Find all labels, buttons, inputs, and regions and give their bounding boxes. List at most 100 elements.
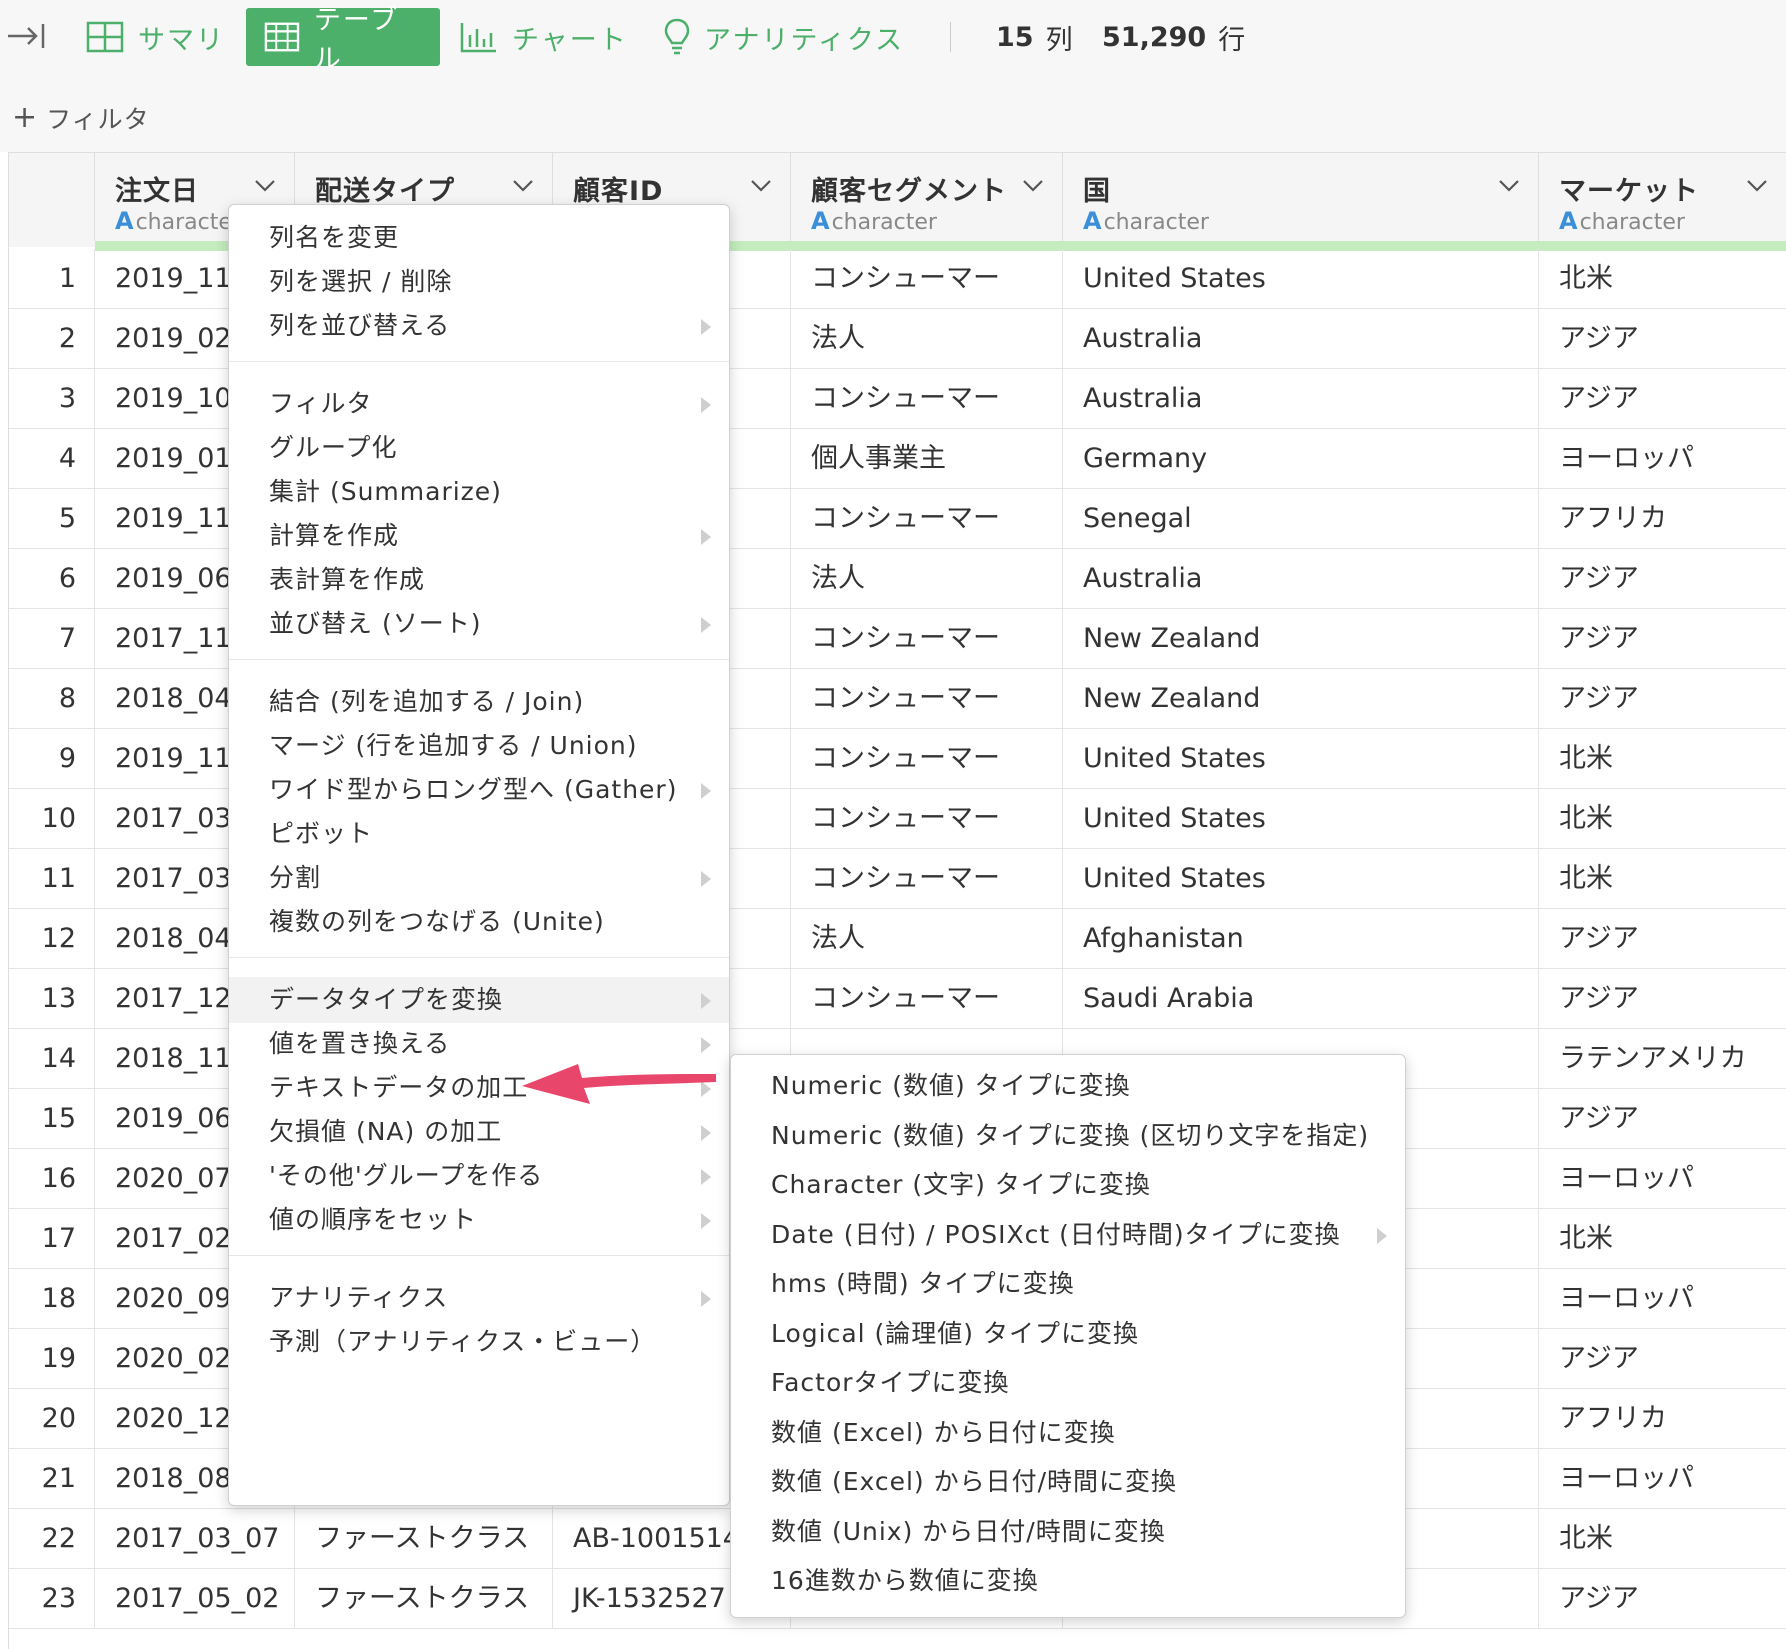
table-cell[interactable]: 法人 (791, 549, 1063, 608)
table-cell[interactable]: コンシューマー (791, 609, 1063, 668)
table-cell[interactable]: 2017_03_07 (95, 1509, 295, 1568)
menu-item[interactable]: アナリティクス (229, 1275, 729, 1321)
menu-item[interactable]: データタイプを変換 (229, 977, 729, 1023)
column-header[interactable]: マーケット Acharacter (1539, 153, 1786, 241)
chevron-down-icon[interactable] (1746, 179, 1768, 193)
table-cell[interactable]: 北米 (1539, 1209, 1786, 1268)
menu-item[interactable]: 表計算を作成 (229, 557, 729, 603)
table-cell[interactable]: Saudi Arabia (1063, 969, 1539, 1028)
submenu-item[interactable]: Numeric (数値) タイプに変換 (区切り文字を指定) (731, 1113, 1405, 1159)
table-cell[interactable]: 法人 (791, 309, 1063, 368)
table-cell[interactable]: 北米 (1539, 1509, 1786, 1568)
table-cell[interactable]: 個人事業主 (791, 429, 1063, 488)
table-cell[interactable]: New Zealand (1063, 669, 1539, 728)
tab-analytics[interactable]: アナリティクス (664, 10, 904, 64)
table-cell[interactable]: アジア (1539, 1569, 1786, 1628)
submenu-item[interactable]: Date (日付) / POSIXct (日付時間)タイプに変換 (731, 1212, 1405, 1258)
table-cell[interactable]: United States (1063, 249, 1539, 308)
add-filter-button[interactable]: + フィルタ (12, 100, 150, 136)
submenu-item[interactable]: 16進数から数値に変換 (731, 1558, 1405, 1604)
table-cell[interactable]: アジア (1539, 909, 1786, 968)
table-cell[interactable]: アジア (1539, 369, 1786, 428)
table-cell[interactable]: アジア (1539, 1329, 1786, 1388)
chevron-down-icon[interactable] (512, 179, 534, 193)
menu-item[interactable]: 列を並び替える (229, 303, 729, 349)
table-cell[interactable]: アジア (1539, 609, 1786, 668)
submenu-item[interactable]: 数値 (Excel) から日付/時間に変換 (731, 1459, 1405, 1505)
tab-table[interactable]: テーブル (246, 5, 440, 75)
column-header[interactable]: 国 Acharacter (1063, 153, 1539, 241)
submenu-item[interactable]: hms (時間) タイプに変換 (731, 1261, 1405, 1307)
menu-item[interactable]: ピボット (229, 811, 729, 857)
menu-item[interactable]: 列名を変更 (229, 215, 729, 261)
table-cell[interactable]: アフリカ (1539, 1389, 1786, 1448)
menu-item[interactable]: グループ化 (229, 425, 729, 471)
table-cell[interactable]: コンシューマー (791, 669, 1063, 728)
submenu-item[interactable]: Factorタイプに変換 (731, 1360, 1405, 1406)
chevron-down-icon[interactable] (750, 179, 772, 193)
submenu-item[interactable]: 数値 (Unix) から日付/時間に変換 (731, 1509, 1405, 1555)
table-cell[interactable]: ファーストクラス (295, 1569, 553, 1628)
menu-item[interactable]: マージ (行を追加する / Union) (229, 723, 729, 769)
table-cell[interactable]: 2017_05_02 (95, 1569, 295, 1628)
collapse-panel-icon[interactable] (6, 20, 46, 52)
chevron-down-icon[interactable] (1022, 179, 1044, 193)
table-cell[interactable]: 北米 (1539, 849, 1786, 908)
menu-item[interactable]: 計算を作成 (229, 513, 729, 559)
table-cell[interactable]: Senegal (1063, 489, 1539, 548)
submenu-item[interactable]: 数値 (Excel) から日付に変換 (731, 1410, 1405, 1456)
submenu-item[interactable]: Character (文字) タイプに変換 (731, 1162, 1405, 1208)
table-cell[interactable]: コンシューマー (791, 969, 1063, 1028)
table-cell[interactable]: ファーストクラス (295, 1509, 553, 1568)
menu-item[interactable]: 結合 (列を追加する / Join) (229, 679, 729, 725)
table-cell[interactable]: コンシューマー (791, 729, 1063, 788)
menu-item[interactable]: 列を選択 / 削除 (229, 259, 729, 305)
table-cell[interactable]: Afghanistan (1063, 909, 1539, 968)
menu-item[interactable]: テキストデータの加工 (229, 1065, 729, 1111)
table-cell[interactable]: 北米 (1539, 729, 1786, 788)
submenu-item[interactable]: Logical (論理値) タイプに変換 (731, 1311, 1405, 1357)
table-cell[interactable]: アジア (1539, 309, 1786, 368)
table-cell[interactable]: コンシューマー (791, 789, 1063, 848)
table-cell[interactable]: アジア (1539, 969, 1786, 1028)
menu-item[interactable]: 集計 (Summarize) (229, 469, 729, 515)
table-cell[interactable]: New Zealand (1063, 609, 1539, 668)
submenu-item[interactable]: Numeric (数値) タイプに変換 (731, 1063, 1405, 1109)
table-cell[interactable]: ラテンアメリカ (1539, 1029, 1786, 1088)
menu-item[interactable]: 欠損値 (NA) の加工 (229, 1109, 729, 1155)
table-cell[interactable]: Australia (1063, 309, 1539, 368)
table-cell[interactable]: ヨーロッパ (1539, 429, 1786, 488)
table-cell[interactable]: Germany (1063, 429, 1539, 488)
chevron-down-icon[interactable] (254, 179, 276, 193)
tab-chart[interactable]: チャート (460, 10, 628, 64)
table-cell[interactable]: United States (1063, 789, 1539, 848)
table-cell[interactable]: コンシューマー (791, 849, 1063, 908)
table-cell[interactable]: アジア (1539, 1089, 1786, 1148)
table-cell[interactable]: アフリカ (1539, 489, 1786, 548)
tab-summary[interactable]: サマリ (86, 10, 225, 64)
table-cell[interactable]: アジア (1539, 669, 1786, 728)
table-cell[interactable]: コンシューマー (791, 369, 1063, 428)
column-header[interactable]: 顧客セグメント Acharacter (791, 153, 1063, 241)
menu-item[interactable]: 値の順序をセット (229, 1197, 729, 1243)
chevron-down-icon[interactable] (1498, 179, 1520, 193)
menu-item[interactable]: 並び替え (ソート) (229, 601, 729, 647)
table-cell[interactable]: ヨーロッパ (1539, 1449, 1786, 1508)
table-cell[interactable]: 法人 (791, 909, 1063, 968)
table-cell[interactable]: Australia (1063, 549, 1539, 608)
menu-item[interactable]: フィルタ (229, 381, 729, 427)
menu-item[interactable]: 分割 (229, 855, 729, 901)
table-cell[interactable]: Australia (1063, 369, 1539, 428)
table-cell[interactable]: コンシューマー (791, 249, 1063, 308)
menu-item[interactable]: 'その他'グループを作る (229, 1153, 729, 1199)
table-cell[interactable]: United States (1063, 729, 1539, 788)
table-cell[interactable]: United States (1063, 849, 1539, 908)
table-cell[interactable]: 北米 (1539, 789, 1786, 848)
table-cell[interactable]: アジア (1539, 549, 1786, 608)
menu-item[interactable]: ワイド型からロング型へ (Gather) (229, 767, 729, 813)
menu-item[interactable]: 予測（アナリティクス・ビュー） (229, 1319, 729, 1365)
table-cell[interactable]: コンシューマー (791, 489, 1063, 548)
table-cell[interactable]: 北米 (1539, 249, 1786, 308)
menu-item[interactable]: 値を置き換える (229, 1021, 729, 1067)
menu-item[interactable]: 複数の列をつなげる (Unite) (229, 899, 729, 945)
